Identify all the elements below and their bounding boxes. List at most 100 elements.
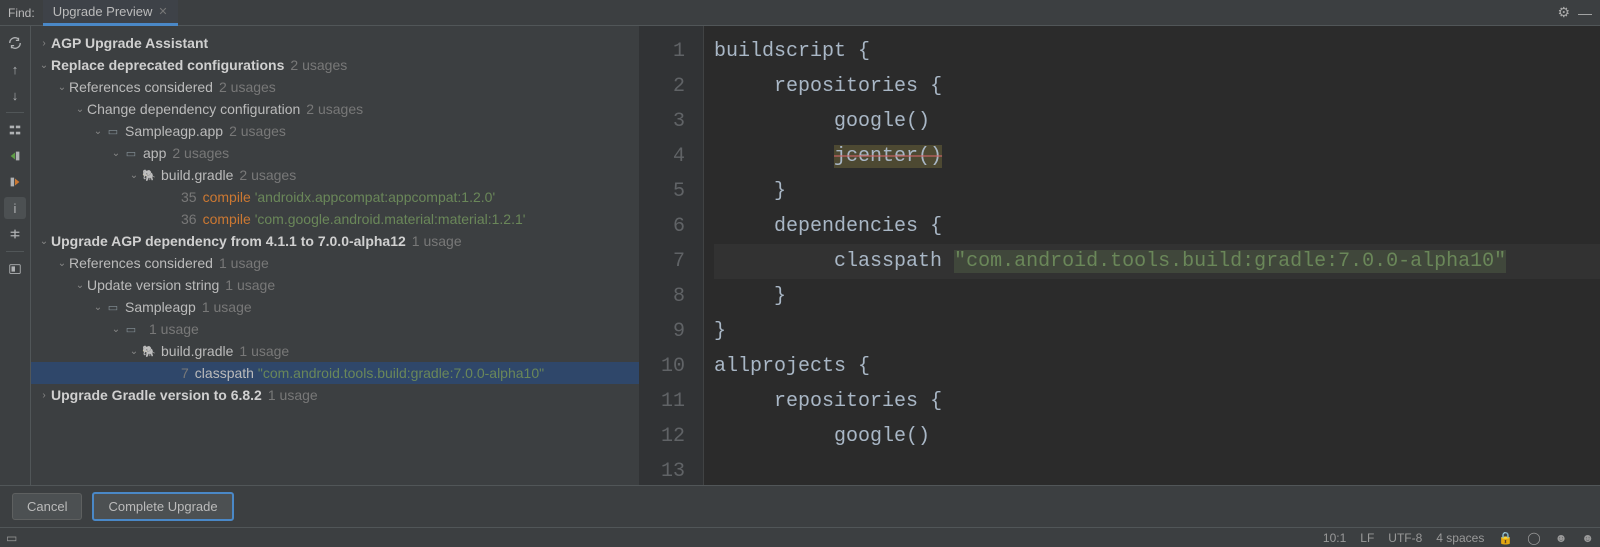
module-icon: ▭ [105,123,121,139]
face-icon[interactable]: ☻ [1555,531,1568,545]
show-panel-icon[interactable]: ▭ [6,531,17,545]
chevron-down-icon: ⌄ [109,148,123,159]
tree-file-build-gradle[interactable]: ⌄ 🐘 build.gradle 1 usage [31,340,639,362]
line-kw: compile [203,189,251,205]
usages-label: 1 usage [202,299,252,315]
find-label: Find: [0,6,43,20]
usages-label: 2 usages [290,57,347,73]
gear-icon[interactable]: ⚙ [1557,4,1570,21]
status-encoding[interactable]: UTF-8 [1388,531,1422,545]
tree-folder-blank[interactable]: ⌄ ▭ 1 usage [31,318,639,340]
tab-upgrade-preview[interactable]: Upgrade Preview ✕ [43,0,178,26]
line-no: 7 [181,365,189,381]
gradle-icon: 🐘 [141,167,157,183]
lock-icon[interactable]: 🔒 [1498,531,1513,545]
usages-label: 2 usages [306,101,363,117]
cancel-button[interactable]: Cancel [12,493,82,520]
tree-change-label: Update version string [87,277,219,293]
collapse-icon[interactable] [4,119,26,141]
gradle-icon: 🐘 [141,343,157,359]
tree-module-sampleagp-app[interactable]: ⌄ ▭ Sampleagp.app 2 usages [31,120,639,142]
line-str: 'com.google.android.material:material:1.… [255,211,526,227]
close-icon[interactable]: ✕ [158,5,167,18]
tree-section-upgrade-gradle[interactable]: › Upgrade Gradle version to 6.8.2 1 usag… [31,384,639,406]
chevron-down-icon: ⌄ [37,236,51,247]
folder-icon: ▭ [123,321,139,337]
next-change-icon[interactable] [4,145,26,167]
tree-section-label: Upgrade Gradle version to 6.8.2 [51,387,262,403]
status-bar: ▭ 10:1 LF UTF-8 4 spaces 🔒 ◯ ☻ ☻ [0,527,1600,547]
module-icon: ▭ [105,299,121,315]
chevron-right-icon: › [37,390,51,401]
usages-label: 1 usage [268,387,318,403]
prev-change-icon[interactable] [4,171,26,193]
tree-line-ref[interactable]: 35 compile 'androidx.appcompat:appcompat… [31,186,639,208]
chevron-down-icon: ⌄ [91,302,105,313]
tree-folder-app[interactable]: ⌄ ▭ app 2 usages [31,142,639,164]
tree-panel: › AGP Upgrade Assistant ⌄ Replace deprec… [31,26,639,485]
tree-root-label: AGP Upgrade Assistant [51,35,208,51]
line-kw: compile [203,211,251,227]
preview-icon[interactable] [4,258,26,280]
tree-module-label: Sampleagp.app [125,123,223,139]
arrow-down-icon[interactable]: ↓ [4,84,26,106]
line-str: "com.android.tools.build:gradle:7.0.0-al… [258,365,544,381]
tree-section-upgrade-agp[interactable]: ⌄ Upgrade AGP dependency from 4.1.1 to 7… [31,230,639,252]
usages-label: 1 usage [239,343,289,359]
tree-section-label: Replace deprecated configurations [51,57,284,73]
usages-label: 1 usage [412,233,462,249]
usages-label: 2 usages [229,123,286,139]
chevron-down-icon: ⌄ [109,324,123,335]
tab-label: Upgrade Preview [53,4,153,19]
tree-section-replace-deprecated[interactable]: ⌄ Replace deprecated configurations 2 us… [31,54,639,76]
minimize-icon[interactable]: — [1578,5,1592,21]
tree-file-build-gradle[interactable]: ⌄ 🐘 build.gradle 2 usages [31,164,639,186]
tree-section-label: Upgrade AGP dependency from 4.1.1 to 7.0… [51,233,406,249]
tool-gutter: ↑ ↓ i [0,26,31,485]
inspections-icon[interactable]: ◯ [1527,531,1540,545]
usages-label: 2 usages [239,167,296,183]
tree-change-label: Change dependency configuration [87,101,300,117]
tree-refs-label: References considered [69,79,213,95]
chevron-down-icon: ⌄ [127,170,141,181]
arrow-up-icon[interactable]: ↑ [4,58,26,80]
usages-label: 2 usages [219,79,276,95]
button-bar: Cancel Complete Upgrade [0,485,1600,527]
line-str: 'androidx.appcompat:appcompat:1.2.0' [255,189,495,205]
chevron-down-icon: ⌄ [37,60,51,71]
tree-change-dep-config[interactable]: ⌄ Change dependency configuration 2 usag… [31,98,639,120]
line-no: 35 [181,189,197,205]
tree-line-ref[interactable]: 36 compile 'com.google.android.material:… [31,208,639,230]
chevron-down-icon: ⌄ [55,82,69,93]
chevron-down-icon: ⌄ [73,280,87,291]
tree-file-label: build.gradle [161,343,233,359]
status-position[interactable]: 10:1 [1323,531,1346,545]
status-indent[interactable]: 4 spaces [1436,531,1484,545]
complete-upgrade-button[interactable]: Complete Upgrade [92,492,233,521]
tree-update-version-string[interactable]: ⌄ Update version string 1 usage [31,274,639,296]
refresh-icon[interactable] [4,32,26,54]
face2-icon[interactable]: ☻ [1581,531,1594,545]
line-no: 36 [181,211,197,227]
chevron-down-icon: ⌄ [91,126,105,137]
tree-references-considered[interactable]: ⌄ References considered 2 usages [31,76,639,98]
code-lines: buildscript { repositories { google() jc… [704,26,1600,485]
usages-label: 1 usage [219,255,269,271]
info-icon[interactable]: i [4,197,26,219]
usages-label: 1 usage [149,321,199,337]
code-editor[interactable]: 12345678910111213 buildscript { reposito… [639,26,1600,485]
chevron-right-icon: › [37,38,51,49]
chevron-down-icon: ⌄ [73,104,87,115]
find-bar: Find: Upgrade Preview ✕ ⚙ — [0,0,1600,26]
tree-file-label: build.gradle [161,167,233,183]
tree-line-ref-selected[interactable]: 7 classpath "com.android.tools.build:gra… [31,362,639,384]
expand-all-icon[interactable] [4,223,26,245]
usages-label: 2 usages [172,145,229,161]
tree-module-sampleagp[interactable]: ⌄ ▭ Sampleagp 1 usage [31,296,639,318]
tree-root[interactable]: › AGP Upgrade Assistant [31,32,639,54]
tree-module-label: Sampleagp [125,299,196,315]
line-kw: classpath [195,365,254,381]
folder-icon: ▭ [123,145,139,161]
status-line-ending[interactable]: LF [1360,531,1374,545]
tree-references-considered[interactable]: ⌄ References considered 1 usage [31,252,639,274]
